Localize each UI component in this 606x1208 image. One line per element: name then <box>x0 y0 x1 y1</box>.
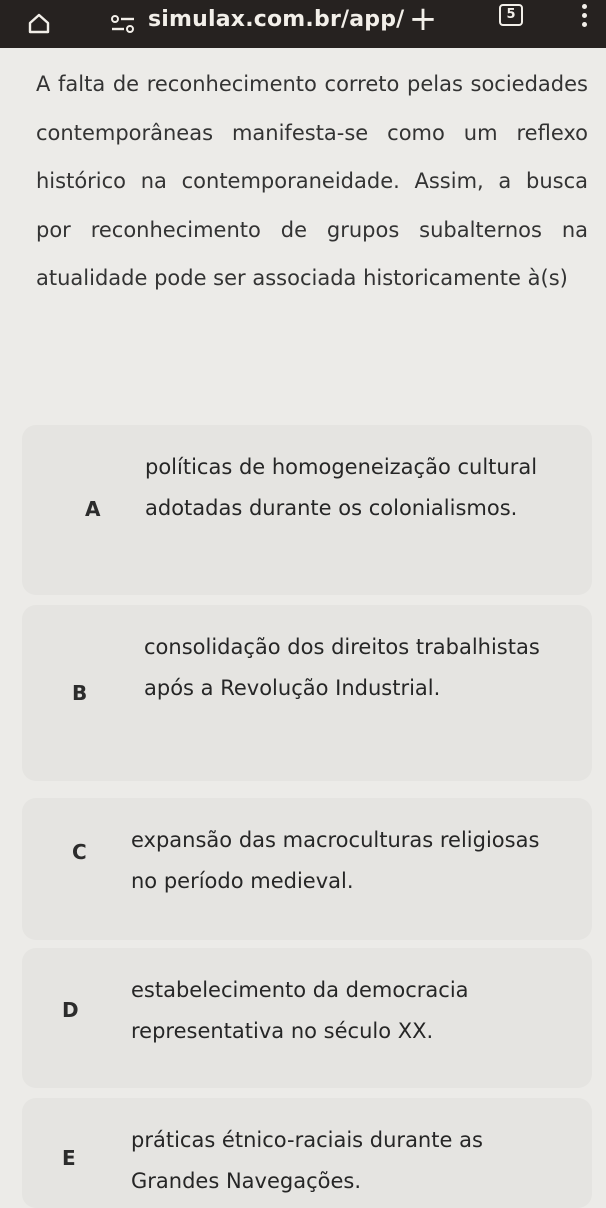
question-body: A falta de reconhecimento correto pelas … <box>36 72 588 290</box>
question-text: A falta de reconhecimento correto pelas … <box>36 60 588 303</box>
option-letter: B <box>72 681 88 705</box>
browser-toolbar: simulax.com.br/app/ + 5 <box>0 0 606 48</box>
option-c[interactable]: C expansão das macroculturas religiosas … <box>22 798 592 940</box>
option-letter: E <box>62 1146 76 1170</box>
option-letter: C <box>72 840 87 864</box>
option-text: expansão das macroculturas religiosas no… <box>131 828 540 893</box>
option-a[interactable]: A políticas de homogeneização cultural a… <box>22 425 592 595</box>
menu-icon[interactable] <box>580 4 588 32</box>
home-icon[interactable] <box>28 12 50 34</box>
option-text: práticas étnico-raciais durante as Grand… <box>131 1128 483 1193</box>
option-text: estabelecimento da democracia representa… <box>131 978 469 1043</box>
tab-count-icon[interactable]: 5 <box>499 4 523 26</box>
option-text: políticas de homogeneização cultural ado… <box>145 455 538 520</box>
site-info-icon[interactable] <box>110 13 136 35</box>
option-e[interactable]: E práticas étnico-raciais durante as Gra… <box>22 1098 592 1208</box>
new-tab-icon[interactable]: + <box>405 2 441 36</box>
url-bar[interactable]: simulax.com.br/app/ <box>148 7 404 32</box>
option-text: consolidação dos direitos trabalhistas a… <box>144 635 540 700</box>
option-d[interactable]: D estabelecimento da democracia represen… <box>22 948 592 1088</box>
option-letter: D <box>62 998 79 1022</box>
option-b[interactable]: B consolidação dos direitos trabalhistas… <box>22 605 592 781</box>
option-letter: A <box>85 497 101 521</box>
